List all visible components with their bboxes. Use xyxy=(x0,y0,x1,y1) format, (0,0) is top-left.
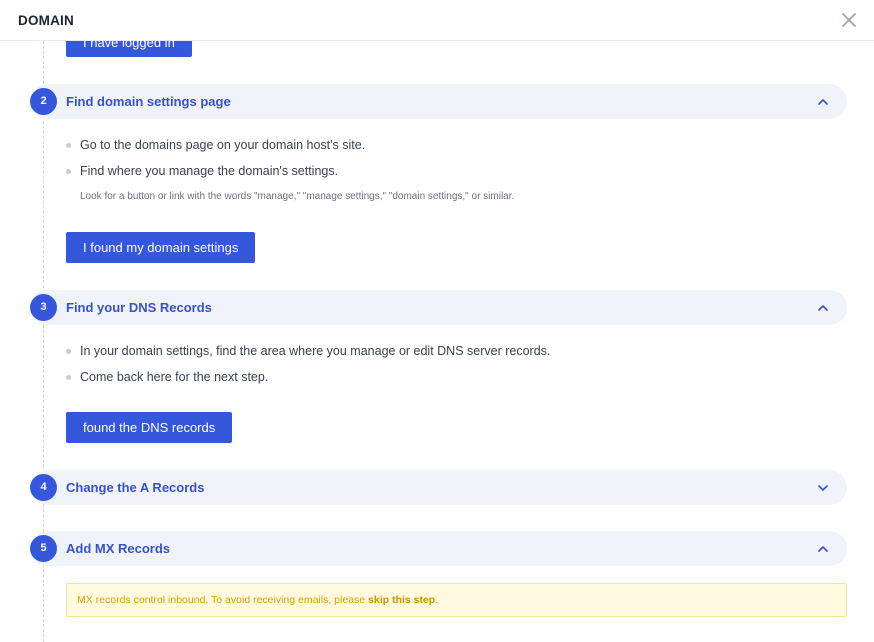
warning-text: MX records control inbound. To avoid rec… xyxy=(77,594,369,606)
step-number-badge: 3 xyxy=(30,294,57,321)
step-number-badge: 2 xyxy=(30,88,57,115)
modal-body[interactable]: I have logged in 2 Find domain settings … xyxy=(0,41,874,642)
step-header-find-domain-settings[interactable]: 2 Find domain settings page xyxy=(30,84,847,119)
list-item: Find where you manage the domain's setti… xyxy=(66,164,338,178)
list-item: Go to the domains page on your domain ho… xyxy=(66,138,365,152)
mx-warning-banner: MX records control inbound. To avoid rec… xyxy=(66,583,847,617)
step-number-badge: 5 xyxy=(30,535,57,562)
skip-step-link[interactable]: skip this step xyxy=(368,594,435,606)
chevron-up-icon[interactable] xyxy=(817,302,829,314)
list-item: In your domain settings, find the area w… xyxy=(66,344,550,358)
hint-text: Look for a button or link with the words… xyxy=(80,191,515,202)
list-item: Come back here for the next step. xyxy=(66,370,268,384)
found-dns-records-button[interactable]: found the DNS records xyxy=(66,412,233,443)
modal-title: DOMAIN xyxy=(18,13,74,28)
step-title: Find your DNS Records xyxy=(66,300,212,315)
found-domain-settings-button[interactable]: I found my domain settings xyxy=(66,232,256,263)
step-header-find-dns-records[interactable]: 3 Find your DNS Records xyxy=(30,290,847,325)
step-header-add-mx-records[interactable]: 5 Add MX Records xyxy=(30,531,847,566)
step-header-change-a-records[interactable]: 4 Change the A Records xyxy=(30,470,847,505)
chevron-up-icon[interactable] xyxy=(817,96,829,108)
step-number-badge: 4 xyxy=(30,474,57,501)
warning-suffix: . xyxy=(435,594,439,606)
chevron-down-icon[interactable] xyxy=(817,482,829,494)
close-icon[interactable] xyxy=(840,11,858,29)
step-title: Find domain settings page xyxy=(66,94,231,109)
chevron-up-icon[interactable] xyxy=(817,543,829,555)
step-title: Change the A Records xyxy=(66,480,205,495)
logged-in-button[interactable]: I have logged in xyxy=(66,41,192,57)
step-title: Add MX Records xyxy=(66,541,171,556)
modal-header: DOMAIN xyxy=(0,0,874,41)
